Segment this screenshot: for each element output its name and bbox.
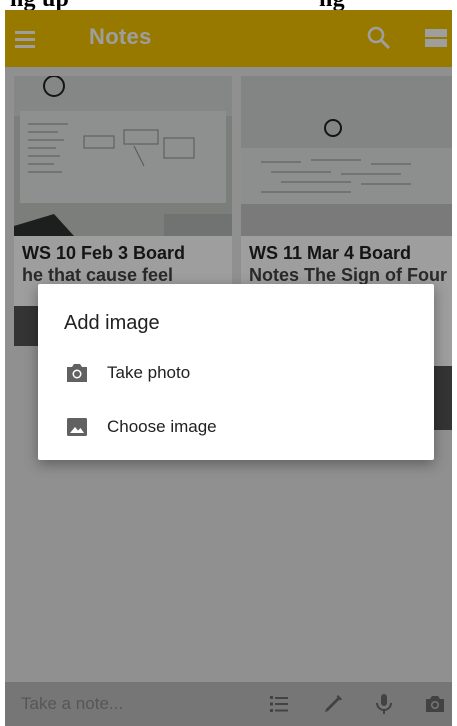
caption-strip: ng up ng <box>0 0 457 10</box>
caption-left-text: ng up <box>10 0 69 10</box>
take-photo-label: Take photo <box>107 363 191 382</box>
choose-image-label: Choose image <box>107 417 217 436</box>
add-image-dialog: Add image Take photo Choose image <box>38 284 434 460</box>
notes-app: Notes WS 10 Feb 3 Board he that cause fe… <box>5 10 452 726</box>
dialog-title: Add image <box>64 312 160 334</box>
caption-right-text: ng <box>319 0 345 10</box>
take-photo-option[interactable]: Take photo <box>38 350 434 398</box>
caption-text: ng up ng <box>10 0 345 10</box>
camera-icon <box>67 364 87 382</box>
image-icon <box>67 418 87 436</box>
screen: ng up ng Notes <box>0 0 457 726</box>
device-frame: Notes WS 10 Feb 3 Board he that cause fe… <box>5 10 452 726</box>
choose-image-option[interactable]: Choose image <box>38 404 434 452</box>
